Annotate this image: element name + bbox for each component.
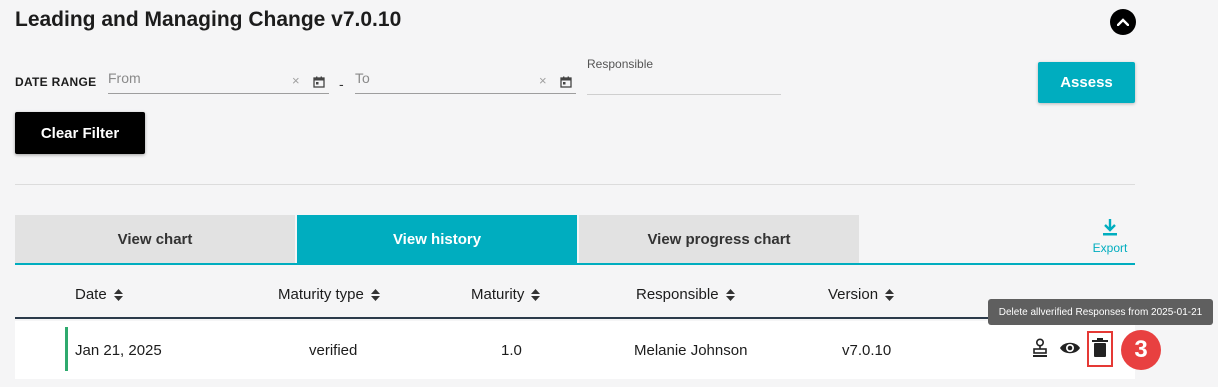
row-status-accent <box>65 327 68 371</box>
cell-maturity: 1.0 <box>501 342 522 359</box>
date-from-placeholder: From <box>108 70 141 86</box>
chevron-up-icon <box>1117 18 1129 26</box>
sort-icon[interactable] <box>113 288 123 301</box>
sort-icon[interactable] <box>885 288 895 301</box>
tab-underline <box>15 263 1135 265</box>
calendar-icon[interactable] <box>313 75 325 93</box>
delete-highlight-box <box>1087 331 1113 367</box>
clear-filter-button[interactable]: Clear Filter <box>15 112 145 154</box>
cell-date: Jan 21, 2025 <box>75 342 162 359</box>
sort-icon[interactable] <box>370 288 380 301</box>
date-to-field[interactable]: To × <box>355 62 576 94</box>
column-header-label: Version <box>828 286 879 303</box>
page-title: Leading and Managing Change v7.0.10 <box>15 8 402 31</box>
date-separator: - <box>339 76 344 92</box>
column-header-maturity[interactable]: Maturity <box>471 286 541 303</box>
date-to-placeholder: To <box>355 70 370 86</box>
tab-view-history[interactable]: View history <box>297 215 577 263</box>
step-number-badge: 3 <box>1121 330 1161 370</box>
column-header-date[interactable]: Date <box>75 286 123 303</box>
download-icon <box>1103 219 1117 236</box>
date-from-field[interactable]: From × <box>108 62 329 94</box>
responsible-label: Responsible <box>587 57 654 71</box>
calendar-icon[interactable] <box>560 75 572 93</box>
collapse-button[interactable] <box>1110 9 1136 35</box>
date-range-label: DATE RANGE <box>15 75 97 89</box>
delete-tooltip: Delete allverified Responses from 2025-0… <box>988 299 1213 325</box>
table-header-divider <box>15 317 1135 319</box>
sort-icon[interactable] <box>531 288 541 301</box>
assess-button[interactable]: Assess <box>1038 62 1135 103</box>
column-header-label: Date <box>75 286 107 303</box>
table-row <box>15 321 1135 379</box>
tab-view-progress-chart[interactable]: View progress chart <box>579 215 859 263</box>
clear-from-icon[interactable]: × <box>292 73 300 88</box>
export-button[interactable]: Export <box>1090 218 1130 255</box>
tab-view-chart[interactable]: View chart <box>15 215 295 263</box>
stamp-icon[interactable] <box>1032 338 1048 358</box>
column-header-label: Maturity <box>471 286 525 303</box>
section-divider <box>15 184 1135 185</box>
export-label: Export <box>1092 241 1128 255</box>
cell-maturity-type: verified <box>309 342 358 359</box>
column-header-responsible[interactable]: Responsible <box>636 286 735 303</box>
column-header-label: Maturity type <box>278 286 364 303</box>
cell-version: v7.0.10 <box>842 342 892 359</box>
column-header-label: Responsible <box>636 286 719 303</box>
column-header-maturity-type[interactable]: Maturity type <box>278 286 380 303</box>
column-header-version[interactable]: Version <box>828 286 895 303</box>
responsible-input[interactable] <box>587 75 781 95</box>
eye-icon[interactable] <box>1059 338 1081 358</box>
sort-icon[interactable] <box>725 288 735 301</box>
clear-to-icon[interactable]: × <box>539 73 547 88</box>
cell-responsible: Melanie Johnson <box>634 342 748 359</box>
